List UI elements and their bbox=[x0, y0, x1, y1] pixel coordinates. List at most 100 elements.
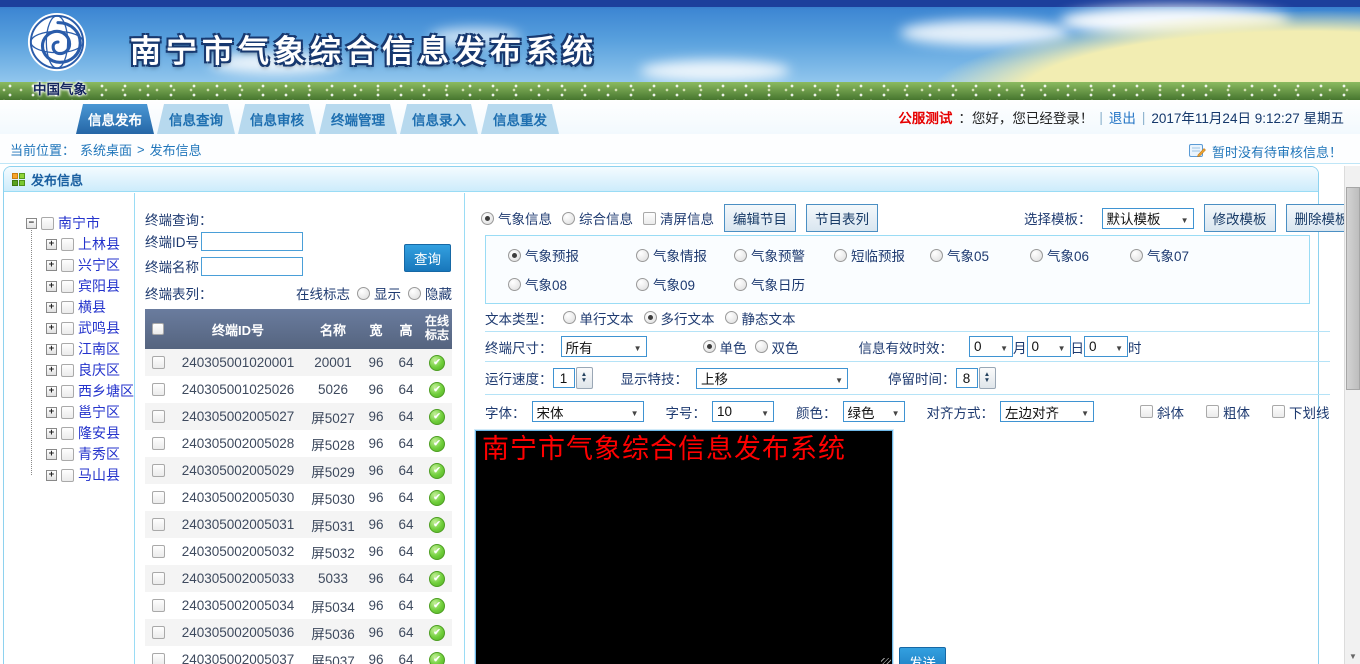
expand-icon[interactable] bbox=[46, 260, 57, 271]
expand-icon[interactable] bbox=[46, 449, 57, 460]
spinner-arrows-icon[interactable] bbox=[979, 367, 996, 389]
tree-node-label[interactable]: 隆安县 bbox=[78, 423, 120, 443]
expand-icon[interactable] bbox=[46, 344, 57, 355]
spinner-arrows-icon[interactable] bbox=[576, 367, 593, 389]
select-all-checkbox[interactable] bbox=[152, 323, 164, 335]
region-checkbox[interactable] bbox=[61, 238, 74, 251]
checkbox-icon[interactable] bbox=[643, 212, 656, 225]
modify-template-button[interactable]: 修改模板 bbox=[1204, 204, 1276, 232]
region-checkbox[interactable] bbox=[61, 427, 74, 440]
comprehensive-info-radio[interactable]: 综合信息 bbox=[562, 208, 633, 228]
breadcrumb-desktop-link[interactable]: 系统桌面 bbox=[80, 140, 132, 159]
template-select[interactable]: 默认模板 bbox=[1102, 208, 1194, 229]
radio-icon[interactable] bbox=[508, 249, 521, 262]
tree-node-label[interactable]: 良庆区 bbox=[78, 360, 120, 380]
spinner-value[interactable]: 1 bbox=[553, 368, 575, 388]
static-text-radio[interactable]: 静态文本 bbox=[725, 308, 796, 328]
clear-screen-checkbox[interactable]: 清屏信息 bbox=[643, 208, 714, 228]
stay-time-spinner[interactable]: 8 bbox=[956, 367, 996, 389]
category-radio[interactable]: 气象预警 bbox=[734, 245, 834, 265]
category-radio[interactable]: 气象06 bbox=[1030, 245, 1130, 265]
category-radio[interactable]: 气象预报 bbox=[508, 245, 636, 265]
scrollbar-thumb[interactable] bbox=[1346, 187, 1360, 390]
expand-icon[interactable] bbox=[46, 428, 57, 439]
bold-checkbox[interactable]: 粗体 bbox=[1206, 402, 1250, 422]
category-radio[interactable]: 气象日历 bbox=[734, 274, 834, 294]
send-button[interactable]: 发送 bbox=[899, 647, 946, 664]
radio-icon[interactable] bbox=[930, 249, 943, 262]
category-radio[interactable]: 气象08 bbox=[508, 274, 636, 294]
region-checkbox[interactable] bbox=[61, 343, 74, 356]
underline-checkbox[interactable]: 下划线 bbox=[1272, 402, 1330, 422]
tree-node-label[interactable]: 武鸣县 bbox=[78, 318, 120, 338]
radio-icon[interactable] bbox=[636, 249, 649, 262]
tab-info-audit[interactable]: 信息审核 bbox=[238, 104, 316, 134]
tab-info-publish[interactable]: 信息发布 bbox=[76, 104, 154, 134]
terminal-name-input[interactable] bbox=[201, 257, 303, 276]
tree-node-label[interactable]: 邕宁区 bbox=[78, 402, 120, 422]
category-radio[interactable]: 气象09 bbox=[636, 274, 734, 294]
online-hide-radio[interactable]: 隐藏 bbox=[408, 283, 452, 303]
region-checkbox[interactable] bbox=[61, 469, 74, 482]
radio-icon[interactable] bbox=[408, 287, 421, 300]
checkbox-icon[interactable] bbox=[1206, 405, 1219, 418]
validity-day-select[interactable]: 0 bbox=[1027, 336, 1071, 357]
terminal-size-select[interactable]: 所有 bbox=[561, 336, 647, 357]
spinner-value[interactable]: 8 bbox=[956, 368, 978, 388]
radio-icon[interactable] bbox=[734, 249, 747, 262]
radio-icon[interactable] bbox=[703, 340, 716, 353]
checkbox-icon[interactable] bbox=[1272, 405, 1285, 418]
region-checkbox[interactable] bbox=[41, 217, 54, 230]
radio-icon[interactable] bbox=[562, 212, 575, 225]
font-select[interactable]: 宋体 bbox=[532, 401, 644, 422]
row-checkbox[interactable] bbox=[152, 572, 165, 585]
radio-icon[interactable] bbox=[725, 311, 738, 324]
row-checkbox[interactable] bbox=[152, 437, 165, 450]
row-checkbox[interactable] bbox=[152, 599, 165, 612]
region-checkbox[interactable] bbox=[61, 448, 74, 461]
italic-checkbox[interactable]: 斜体 bbox=[1140, 402, 1184, 422]
region-checkbox[interactable] bbox=[61, 406, 74, 419]
region-checkbox[interactable] bbox=[61, 385, 74, 398]
tree-node-label[interactable]: 马山县 bbox=[78, 465, 120, 485]
category-radio[interactable]: 气象05 bbox=[930, 245, 1030, 265]
category-radio[interactable]: 短临预报 bbox=[834, 245, 930, 265]
radio-icon[interactable] bbox=[636, 278, 649, 291]
multi-line-radio[interactable]: 多行文本 bbox=[644, 308, 715, 328]
radio-icon[interactable] bbox=[834, 249, 847, 262]
dual-color-radio[interactable]: 双色 bbox=[755, 337, 799, 357]
checkbox-icon[interactable] bbox=[1140, 405, 1153, 418]
expand-icon[interactable] bbox=[46, 386, 57, 397]
color-select[interactable]: 绿色 bbox=[843, 401, 905, 422]
radio-icon[interactable] bbox=[508, 278, 521, 291]
expand-icon[interactable] bbox=[46, 239, 57, 250]
tab-info-query[interactable]: 信息查询 bbox=[157, 104, 235, 134]
online-show-radio[interactable]: 显示 bbox=[357, 283, 401, 303]
radio-icon[interactable] bbox=[1030, 249, 1043, 262]
tree-node-label[interactable]: 江南区 bbox=[78, 339, 120, 359]
row-checkbox[interactable] bbox=[152, 491, 165, 504]
category-radio[interactable]: 气象情报 bbox=[636, 245, 734, 265]
tree-node-label[interactable]: 横县 bbox=[78, 297, 106, 317]
radio-icon[interactable] bbox=[734, 278, 747, 291]
edit-program-button[interactable]: 编辑节目 bbox=[724, 204, 796, 232]
row-checkbox[interactable] bbox=[152, 383, 165, 396]
collapse-icon[interactable] bbox=[26, 218, 37, 229]
radio-icon[interactable] bbox=[481, 212, 494, 225]
logout-link[interactable]: 退出 bbox=[1109, 107, 1136, 127]
tree-node-label[interactable]: 青秀区 bbox=[78, 444, 120, 464]
region-checkbox[interactable] bbox=[61, 259, 74, 272]
row-checkbox[interactable] bbox=[152, 545, 165, 558]
row-checkbox[interactable] bbox=[152, 518, 165, 531]
validity-month-select[interactable]: 0 bbox=[969, 336, 1013, 357]
expand-icon[interactable] bbox=[46, 407, 57, 418]
tab-terminal-manage[interactable]: 终端管理 bbox=[319, 104, 397, 134]
expand-icon[interactable] bbox=[46, 281, 57, 292]
region-checkbox[interactable] bbox=[61, 364, 74, 377]
expand-icon[interactable] bbox=[46, 302, 57, 313]
region-checkbox[interactable] bbox=[61, 322, 74, 335]
row-checkbox[interactable] bbox=[152, 653, 165, 664]
font-size-select[interactable]: 10 bbox=[712, 401, 774, 422]
terminal-id-input[interactable] bbox=[201, 232, 303, 251]
radio-icon[interactable] bbox=[357, 287, 370, 300]
